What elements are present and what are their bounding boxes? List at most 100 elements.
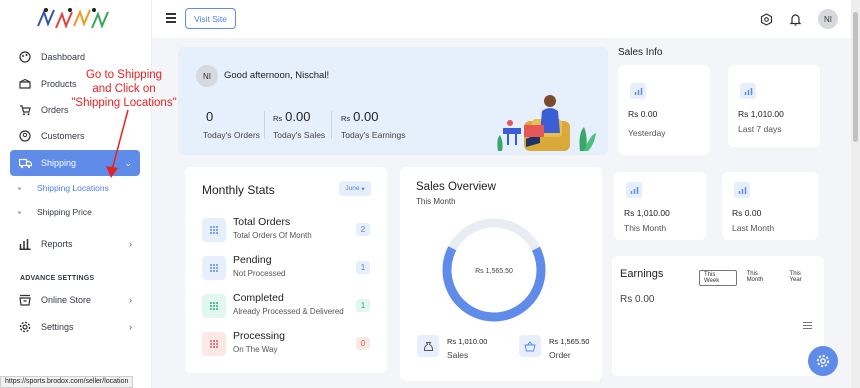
gear-icon: [18, 320, 32, 334]
store-icon: [18, 293, 32, 307]
page-scrollbar[interactable]: [851, 0, 860, 388]
topbar: Visit Site NI: [152, 0, 860, 38]
sidebar-item-label: Dashboard: [41, 52, 86, 62]
sidebar: Dashboard Products Orders Customers Ship…: [0, 0, 152, 388]
sports-logo[interactable]: [34, 6, 110, 34]
sales-overview-title: Sales Overview: [416, 181, 496, 193]
chevron-right-icon: ›: [129, 295, 132, 305]
sales-info-value: Rs 0.00: [732, 208, 762, 218]
sidebar-subitem-shipping-locations[interactable]: Shipping Locations: [18, 183, 109, 193]
stat-currency: Rs: [273, 114, 283, 123]
tab-this-week[interactable]: This Week: [699, 270, 737, 286]
section-title: ADVANCE SETTINGS: [20, 275, 95, 282]
sidebar-item-online-store[interactable]: Online Store ›: [10, 289, 140, 311]
sidebar-item-label: Online Store: [41, 295, 92, 305]
sales-info-title: Sales Info: [618, 47, 663, 58]
stat-row-processing: Processing On The Way 0: [202, 330, 370, 358]
sales-info-card-yesterday: Rs 0.00 Yesterday: [618, 65, 710, 155]
stat-todays-orders: 0 Today's Orders: [203, 109, 260, 140]
earnings-value: Rs 0.00: [620, 294, 655, 305]
sales-label: Sales: [447, 350, 469, 360]
hexagon-settings-icon[interactable]: [758, 11, 774, 27]
annotation-line: Go to Shipping: [85, 69, 163, 81]
sales-info-value: Rs 1,010.00: [738, 109, 784, 119]
sidebar-subitem-label: Shipping Price: [37, 207, 92, 217]
bullet-icon: [18, 210, 21, 214]
monthly-stats-card: Monthly Stats June ▾ Total Orders Total …: [185, 167, 387, 373]
stat-row-title: Processing: [233, 330, 285, 342]
grid-icon: [202, 218, 226, 242]
status-bar-url: https://sports.brodox.com/seller/locatio…: [0, 376, 134, 388]
chart-menu-icon[interactable]: [803, 322, 812, 331]
sales-overview-card: Sales Overview This Month Rs 1,565.50 Rs…: [400, 167, 602, 381]
tab-this-year[interactable]: This Year: [786, 270, 818, 286]
sales-overview-subtitle: This Month: [416, 197, 456, 206]
chevron-right-icon: ›: [129, 239, 132, 249]
welcome-card: NI Good afternoon, Nischal! 0 Today's Or…: [178, 47, 608, 155]
stat-row-completed: Completed Already Processed & Delivered …: [202, 292, 370, 320]
sidebar-item-label: Settings: [41, 322, 74, 332]
count-badge: 0: [356, 337, 370, 350]
sidebar-item-settings[interactable]: Settings ›: [10, 316, 140, 338]
menu-icon[interactable]: [166, 13, 176, 25]
sales-info-label: This Month: [624, 223, 667, 233]
stat-row-subtitle: Not Processed: [233, 269, 286, 278]
bar-chart-icon: [18, 237, 32, 251]
money-bag-icon: [417, 335, 439, 357]
grid-icon: [202, 332, 226, 356]
sales-info-value: Rs 0.00: [628, 109, 658, 119]
stat-todays-sales: Rs 0.00 Today's Sales: [273, 109, 325, 140]
settings-fab-button[interactable]: [808, 346, 838, 376]
avatar: NI: [196, 65, 218, 87]
annotation-arrow-icon: [106, 109, 129, 178]
cart-icon: [18, 103, 32, 117]
sales-info-card-this-month: Rs 1,010.00 This Month: [614, 172, 706, 240]
sales-info-card-last-month: Rs 0.00 Last Month: [722, 172, 818, 240]
stat-row-subtitle: Total Orders Of Month: [233, 231, 312, 240]
stat-label: Today's Sales: [273, 130, 326, 140]
visit-site-button[interactable]: Visit Site: [185, 8, 236, 29]
earnings-title: Earnings: [620, 268, 664, 280]
sidebar-item-dashboard[interactable]: Dashboard: [10, 46, 140, 68]
sidebar-item-reports[interactable]: Reports ›: [10, 233, 140, 255]
stat-value: 0.00: [353, 109, 379, 124]
sales-summary: Rs 1,010.00 Sales: [417, 335, 487, 360]
stat-row-subtitle: Already Processed & Delivered: [233, 307, 344, 316]
order-summary: Rs 1,565.50 Order: [519, 335, 589, 360]
sidebar-subitem-label: Shipping Locations: [37, 183, 109, 193]
bullet-icon: [18, 186, 21, 190]
avatar[interactable]: NI: [818, 9, 838, 29]
sales-info-label: Last 7 days: [738, 124, 782, 134]
stat-value: 0.00: [285, 109, 311, 124]
sidebar-subitem-shipping-price[interactable]: Shipping Price: [18, 207, 92, 217]
grid-icon: [202, 256, 226, 280]
bell-icon[interactable]: [787, 11, 803, 27]
month-select-value: June: [345, 185, 360, 192]
stat-row-subtitle: On The Way: [233, 345, 278, 354]
count-badge: 1: [356, 261, 370, 274]
month-select[interactable]: June ▾: [339, 181, 371, 196]
tab-this-month[interactable]: This Month: [743, 270, 780, 286]
order-label: Order: [549, 350, 571, 360]
person-at-laptop-illustration: [497, 95, 596, 151]
stat-label: Today's Orders: [203, 130, 260, 140]
divider: [264, 111, 265, 139]
stat-row-title: Completed: [233, 292, 284, 304]
count-badge: 1: [356, 299, 370, 312]
earnings-tabs: This Week This Month This Year: [699, 270, 824, 286]
sidebar-item-label: Shipping: [41, 158, 77, 168]
stat-todays-earnings: Rs 0.00 Today's Earnings: [341, 109, 405, 140]
bar-chart-icon: [734, 182, 750, 198]
sales-info-label: Yesterday: [628, 128, 666, 138]
sales-value: Rs 1,010.00: [447, 337, 488, 346]
donut-center-value: Rs 1,565.50: [475, 268, 513, 275]
greeting-text: Good afternoon, Nischal!: [224, 70, 330, 81]
truck-icon: [18, 156, 32, 170]
grid-icon: [202, 294, 226, 318]
palette-icon: [18, 50, 32, 64]
scrollbar-thumb[interactable]: [853, 12, 858, 142]
basket-icon: [519, 335, 541, 357]
bar-chart-icon: [630, 83, 646, 99]
sales-info-label: Last Month: [732, 223, 775, 233]
stat-value: 0: [206, 109, 214, 124]
